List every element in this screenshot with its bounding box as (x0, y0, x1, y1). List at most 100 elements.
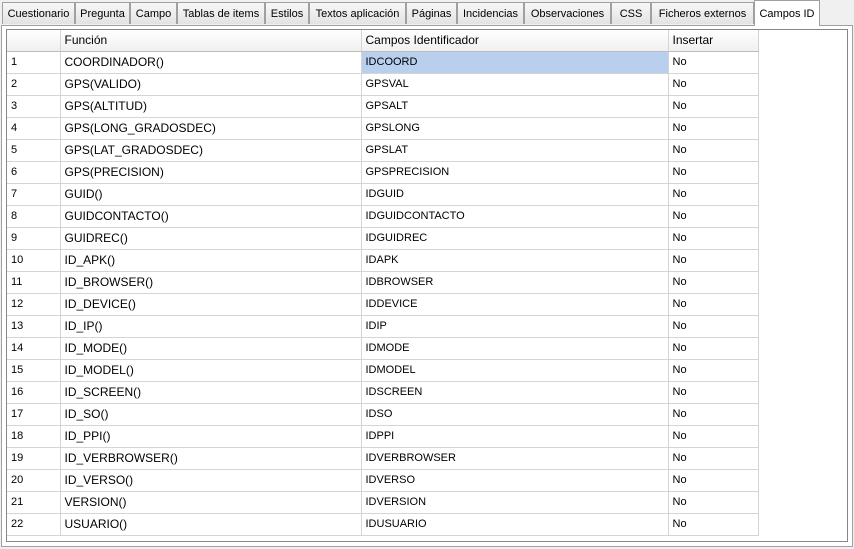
tab-campos-id[interactable]: Campos ID (754, 0, 820, 26)
table-row[interactable]: 1 COORDINADOR() IDCOORD No (7, 51, 759, 74)
insertar-cell[interactable]: No (668, 117, 759, 140)
tab-paginas[interactable]: Páginas (406, 2, 457, 24)
funcion-cell[interactable]: ID_DEVICE() (60, 293, 362, 316)
insertar-cell[interactable]: No (668, 359, 759, 382)
table-row[interactable]: 15 ID_MODEL() IDMODEL No (7, 359, 759, 382)
campo-identificador-cell[interactable]: IDDEVICE (361, 293, 669, 316)
funcion-cell[interactable]: GPS(VALIDO) (60, 73, 362, 96)
row-number-cell[interactable]: 11 (7, 271, 61, 294)
campo-identificador-cell[interactable]: GPSPRECISION (361, 161, 669, 184)
campo-identificador-cell[interactable]: GPSALT (361, 95, 669, 118)
funcion-cell[interactable]: VERSION() (60, 491, 362, 514)
campo-identificador-cell[interactable]: IDMODE (361, 337, 669, 360)
row-number-cell[interactable]: 8 (7, 205, 61, 228)
row-number-cell[interactable]: 7 (7, 183, 61, 206)
table-row[interactable]: 3 GPS(ALTITUD) GPSALT No (7, 95, 759, 118)
insertar-cell[interactable]: No (668, 425, 759, 448)
tab-cuestionario[interactable]: Cuestionario (2, 2, 75, 24)
table-row[interactable]: 22 USUARIO() IDUSUARIO No (7, 513, 759, 536)
campo-identificador-cell[interactable]: IDCOORD (361, 51, 669, 74)
tab-textos-aplicacion[interactable]: Textos aplicación (309, 2, 406, 24)
table-row[interactable]: 17 ID_SO() IDSO No (7, 403, 759, 426)
insertar-cell[interactable]: No (668, 161, 759, 184)
funcion-cell[interactable]: ID_SCREEN() (60, 381, 362, 404)
insertar-cell[interactable]: No (668, 315, 759, 338)
insertar-cell[interactable]: No (668, 227, 759, 250)
header-insertar[interactable]: Insertar (668, 30, 759, 52)
row-number-cell[interactable]: 20 (7, 469, 61, 492)
funcion-cell[interactable]: COORDINADOR() (60, 51, 362, 74)
header-campos-identificador[interactable]: Campos Identificador (361, 30, 669, 52)
row-number-cell[interactable]: 16 (7, 381, 61, 404)
row-number-cell[interactable]: 4 (7, 117, 61, 140)
row-number-cell[interactable]: 18 (7, 425, 61, 448)
funcion-cell[interactable]: ID_MODEL() (60, 359, 362, 382)
tab-observaciones[interactable]: Observaciones (524, 2, 611, 24)
table-row[interactable]: 20 ID_VERSO() IDVERSO No (7, 469, 759, 492)
campo-identificador-cell[interactable]: IDMODEL (361, 359, 669, 382)
funcion-cell[interactable]: GPS(ALTITUD) (60, 95, 362, 118)
row-number-cell[interactable]: 19 (7, 447, 61, 470)
insertar-cell[interactable]: No (668, 447, 759, 470)
table-row[interactable]: 18 ID_PPI() IDPPI No (7, 425, 759, 448)
funcion-cell[interactable]: ID_VERBROWSER() (60, 447, 362, 470)
table-row[interactable]: 9 GUIDREC() IDGUIDREC No (7, 227, 759, 250)
campos-id-grid[interactable]: Función Campos Identificador Insertar 1C… (6, 29, 848, 542)
table-row[interactable]: 11 ID_BROWSER() IDBROWSER No (7, 271, 759, 294)
funcion-cell[interactable]: ID_MODE() (60, 337, 362, 360)
tab-tablas-de-items[interactable]: Tablas de items (177, 2, 265, 24)
tab-campo[interactable]: Campo (130, 2, 177, 24)
tab-css[interactable]: CSS (611, 2, 651, 24)
insertar-cell[interactable]: No (668, 95, 759, 118)
funcion-cell[interactable]: GPS(LONG_GRADOSDEC) (60, 117, 362, 140)
campo-identificador-cell[interactable]: IDGUIDCONTACTO (361, 205, 669, 228)
funcion-cell[interactable]: ID_APK() (60, 249, 362, 272)
table-row[interactable]: 10 ID_APK() IDAPK No (7, 249, 759, 272)
funcion-cell[interactable]: USUARIO() (60, 513, 362, 536)
insertar-cell[interactable]: No (668, 293, 759, 316)
funcion-cell[interactable]: GPS(PRECISION) (60, 161, 362, 184)
row-number-cell[interactable]: 5 (7, 139, 61, 162)
table-row[interactable]: 19 ID_VERBROWSER() IDVERBROWSER No (7, 447, 759, 470)
table-row[interactable]: 14 ID_MODE() IDMODE No (7, 337, 759, 360)
insertar-cell[interactable]: No (668, 513, 759, 536)
campo-identificador-cell[interactable]: IDSO (361, 403, 669, 426)
table-row[interactable]: 16 ID_SCREEN() IDSCREEN No (7, 381, 759, 404)
header-funcion[interactable]: Función (60, 30, 362, 52)
table-row[interactable]: 5 GPS(LAT_GRADOSDEC) GPSLAT No (7, 139, 759, 162)
funcion-cell[interactable]: GUIDREC() (60, 227, 362, 250)
row-number-cell[interactable]: 9 (7, 227, 61, 250)
insertar-cell[interactable]: No (668, 491, 759, 514)
campo-identificador-cell[interactable]: IDGUID (361, 183, 669, 206)
table-row[interactable]: 21 VERSION() IDVERSION No (7, 491, 759, 514)
campo-identificador-cell[interactable]: IDAPK (361, 249, 669, 272)
insertar-cell[interactable]: No (668, 337, 759, 360)
row-number-cell[interactable]: 10 (7, 249, 61, 272)
funcion-cell[interactable]: ID_IP() (60, 315, 362, 338)
tab-pregunta[interactable]: Pregunta (75, 2, 130, 24)
table-row[interactable]: 2 GPS(VALIDO) GPSVAL No (7, 73, 759, 96)
row-number-cell[interactable]: 15 (7, 359, 61, 382)
table-row[interactable]: 13 ID_IP() IDIP No (7, 315, 759, 338)
row-number-cell[interactable]: 22 (7, 513, 61, 536)
insertar-cell[interactable]: No (668, 381, 759, 404)
table-row[interactable]: 12 ID_DEVICE() IDDEVICE No (7, 293, 759, 316)
insertar-cell[interactable]: No (668, 271, 759, 294)
row-number-cell[interactable]: 21 (7, 491, 61, 514)
table-row[interactable]: 7 GUID() IDGUID No (7, 183, 759, 206)
insertar-cell[interactable]: No (668, 249, 759, 272)
funcion-cell[interactable]: ID_SO() (60, 403, 362, 426)
row-number-cell[interactable]: 6 (7, 161, 61, 184)
campo-identificador-cell[interactable]: IDUSUARIO (361, 513, 669, 536)
funcion-cell[interactable]: GUIDCONTACTO() (60, 205, 362, 228)
row-number-cell[interactable]: 3 (7, 95, 61, 118)
table-row[interactable]: 4 GPS(LONG_GRADOSDEC) GPSLONG No (7, 117, 759, 140)
funcion-cell[interactable]: ID_BROWSER() (60, 271, 362, 294)
campo-identificador-cell[interactable]: IDVERSION (361, 491, 669, 514)
row-number-cell[interactable]: 13 (7, 315, 61, 338)
campo-identificador-cell[interactable]: IDVERSO (361, 469, 669, 492)
table-row[interactable]: 6 GPS(PRECISION) GPSPRECISION No (7, 161, 759, 184)
insertar-cell[interactable]: No (668, 469, 759, 492)
funcion-cell[interactable]: GPS(LAT_GRADOSDEC) (60, 139, 362, 162)
row-number-cell[interactable]: 1 (7, 51, 61, 74)
